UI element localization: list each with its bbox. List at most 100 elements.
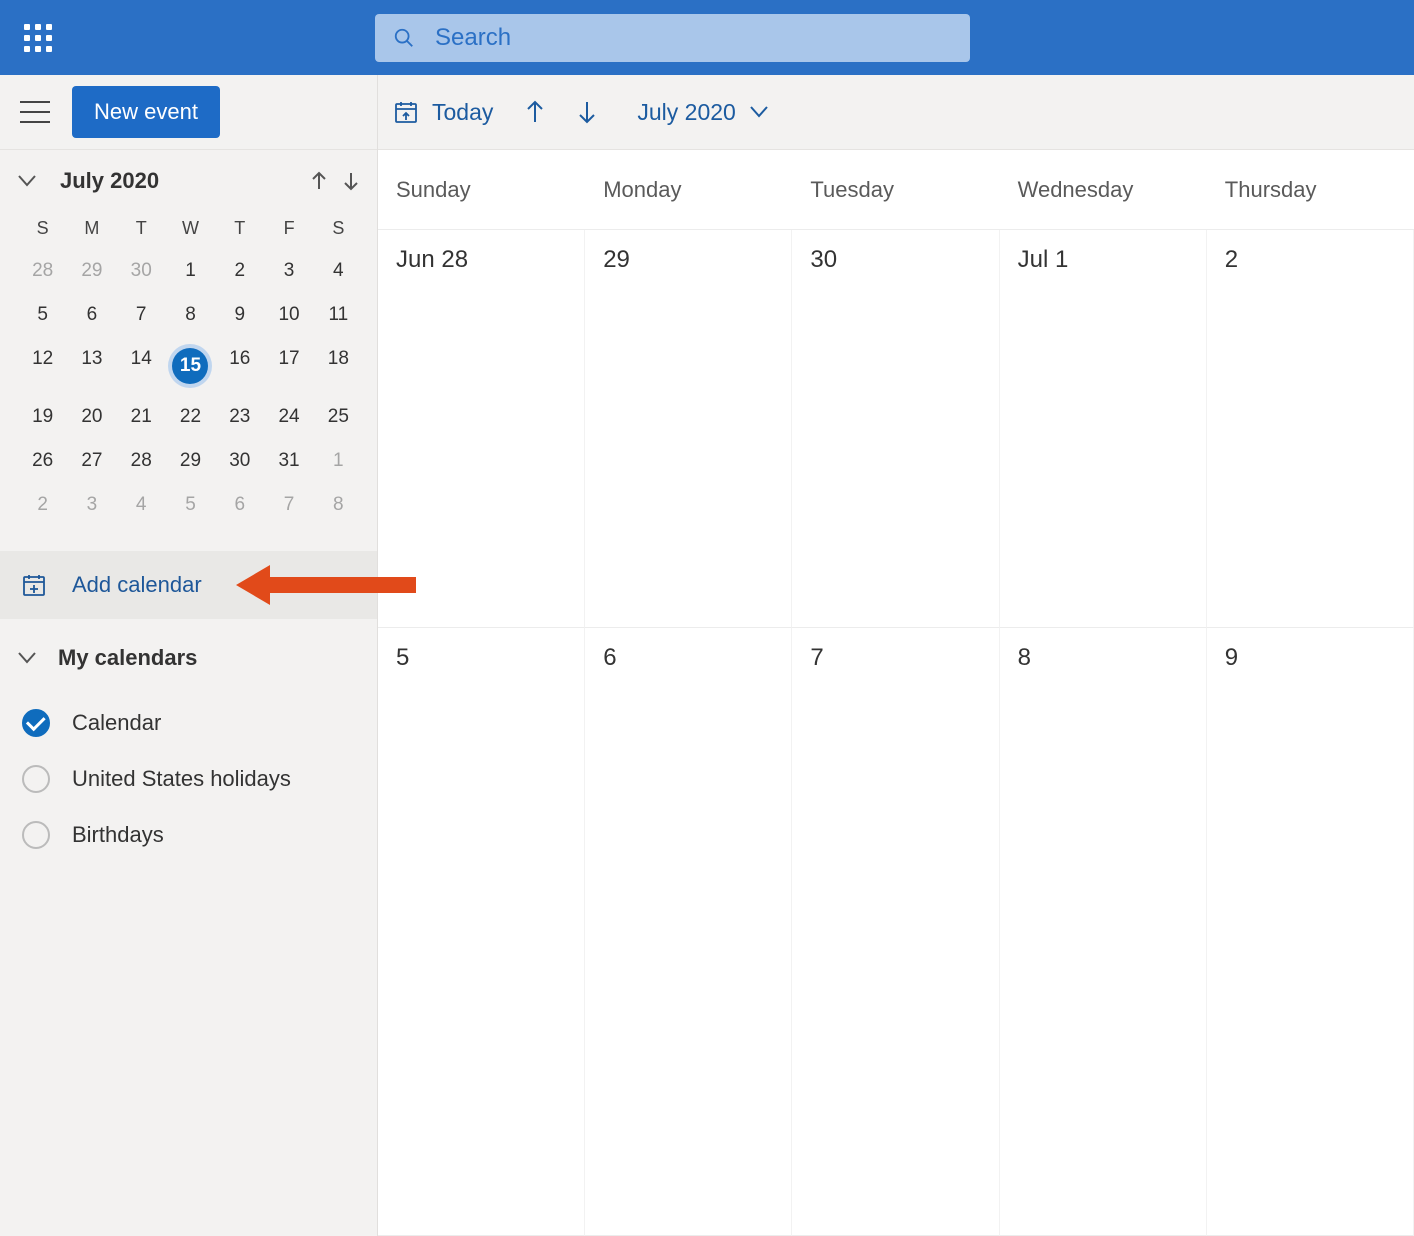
mini-calendar-dow: M bbox=[67, 208, 116, 249]
mini-calendar-day[interactable]: 4 bbox=[314, 249, 363, 293]
grid-day-cell[interactable]: 9 bbox=[1207, 628, 1414, 1236]
mini-calendar-day[interactable]: 6 bbox=[67, 293, 116, 337]
waffle-icon bbox=[24, 24, 52, 52]
grid-day-cell[interactable]: 6 bbox=[585, 628, 792, 1236]
search-input[interactable] bbox=[415, 24, 952, 52]
mini-calendar-day[interactable]: 30 bbox=[117, 249, 166, 293]
mini-calendar-day[interactable]: 8 bbox=[166, 293, 215, 337]
grid-day-cell[interactable]: 8 bbox=[1000, 628, 1207, 1236]
mini-calendar-day[interactable]: 7 bbox=[264, 483, 313, 527]
grid-day-cell[interactable]: 29 bbox=[585, 230, 792, 628]
new-event-button[interactable]: New event bbox=[72, 86, 220, 138]
month-label: July 2020 bbox=[637, 99, 735, 126]
mini-calendar-day[interactable]: 28 bbox=[117, 439, 166, 483]
mini-calendar-day[interactable]: 1 bbox=[166, 249, 215, 293]
month-picker-button[interactable]: July 2020 bbox=[637, 99, 767, 126]
add-calendar-label: Add calendar bbox=[72, 572, 202, 598]
grid-dow-header: Wednesday bbox=[1000, 150, 1207, 230]
mini-calendar-day[interactable]: 31 bbox=[264, 439, 313, 483]
mini-calendar-day[interactable]: 22 bbox=[166, 395, 215, 439]
grid-dow-header: Sunday bbox=[378, 150, 585, 230]
mini-calendar-day[interactable]: 29 bbox=[166, 439, 215, 483]
top-banner bbox=[0, 0, 1414, 75]
mini-calendar-day[interactable]: 7 bbox=[117, 293, 166, 337]
my-calendars-toggle[interactable]: My calendars bbox=[18, 645, 359, 671]
circle-icon[interactable] bbox=[22, 765, 50, 793]
mini-calendar-day[interactable]: 23 bbox=[215, 395, 264, 439]
mini-calendar-day[interactable]: 4 bbox=[117, 483, 166, 527]
search-icon bbox=[393, 27, 415, 49]
calendar-list-item[interactable]: Calendar bbox=[18, 695, 359, 751]
annotation-arrow-icon bbox=[236, 563, 416, 607]
mini-calendar-day[interactable]: 5 bbox=[166, 483, 215, 527]
mini-calendar-dow: S bbox=[18, 208, 67, 249]
mini-calendar-day[interactable]: 26 bbox=[18, 439, 67, 483]
mini-calendar-day[interactable]: 10 bbox=[264, 293, 313, 337]
mini-calendar-day[interactable]: 8 bbox=[314, 483, 363, 527]
grid-day-cell[interactable]: 30 bbox=[792, 230, 999, 628]
mini-calendar-day[interactable]: 9 bbox=[215, 293, 264, 337]
calendar-item-label: United States holidays bbox=[72, 766, 291, 792]
mini-calendar-day[interactable]: 12 bbox=[18, 337, 67, 395]
mini-calendar-day[interactable]: 28 bbox=[18, 249, 67, 293]
mini-calendar-day[interactable]: 5 bbox=[18, 293, 67, 337]
mini-calendar-day[interactable]: 13 bbox=[67, 337, 116, 395]
mini-calendar-day[interactable]: 19 bbox=[18, 395, 67, 439]
mini-calendar-day[interactable]: 3 bbox=[264, 249, 313, 293]
hamburger-menu-button[interactable] bbox=[20, 101, 50, 123]
mini-calendar-dow: W bbox=[166, 208, 215, 249]
calendar-item-label: Calendar bbox=[72, 710, 161, 736]
mini-calendar-next-button[interactable] bbox=[343, 171, 359, 191]
mini-calendar-prev-button[interactable] bbox=[311, 171, 327, 191]
calendar-list-item[interactable]: Birthdays bbox=[18, 807, 359, 863]
add-calendar-button[interactable]: Add calendar bbox=[0, 551, 377, 619]
chevron-down-icon[interactable] bbox=[18, 175, 46, 187]
mini-calendar-day[interactable]: 29 bbox=[67, 249, 116, 293]
grid-dow-header: Tuesday bbox=[792, 150, 999, 230]
grid-dow-header: Monday bbox=[585, 150, 792, 230]
app-launcher-button[interactable] bbox=[0, 0, 75, 75]
today-button[interactable]: Today bbox=[394, 99, 493, 126]
grid-day-cell[interactable]: Jul 1 bbox=[1000, 230, 1207, 628]
mini-calendar-day[interactable]: 20 bbox=[67, 395, 116, 439]
mini-calendar-day[interactable]: 3 bbox=[67, 483, 116, 527]
chevron-down-icon bbox=[750, 106, 768, 118]
mini-calendar-day[interactable]: 11 bbox=[314, 293, 363, 337]
prev-period-button[interactable] bbox=[525, 100, 545, 124]
next-period-button[interactable] bbox=[577, 100, 597, 124]
mini-calendar-day[interactable]: 17 bbox=[264, 337, 313, 395]
calendar-item-label: Birthdays bbox=[72, 822, 164, 848]
grid-day-cell[interactable]: 2 bbox=[1207, 230, 1414, 628]
calendar-today-icon bbox=[394, 100, 418, 124]
mini-calendar-day[interactable]: 15 bbox=[166, 337, 215, 395]
calendar-grid: SundayMondayTuesdayWednesdayThursdayJun … bbox=[378, 150, 1414, 1236]
mini-calendar-day[interactable]: 1 bbox=[314, 439, 363, 483]
mini-calendar-day[interactable]: 27 bbox=[67, 439, 116, 483]
mini-calendar-day[interactable]: 25 bbox=[314, 395, 363, 439]
mini-calendar-day[interactable]: 2 bbox=[215, 249, 264, 293]
mini-calendar-dow: F bbox=[264, 208, 313, 249]
chevron-down-icon bbox=[18, 652, 36, 664]
mini-calendar-day[interactable]: 6 bbox=[215, 483, 264, 527]
my-calendars-section: My calendars Calendar United States holid… bbox=[0, 619, 377, 889]
mini-calendar-day[interactable]: 24 bbox=[264, 395, 313, 439]
mini-calendar: July 2020 SMTWTFS28293012345678910111213… bbox=[0, 150, 377, 545]
mini-calendar-day[interactable]: 14 bbox=[117, 337, 166, 395]
mini-calendar-day[interactable]: 21 bbox=[117, 395, 166, 439]
my-calendars-label: My calendars bbox=[58, 645, 197, 671]
mini-calendar-day[interactable]: 30 bbox=[215, 439, 264, 483]
grid-day-cell[interactable]: 7 bbox=[792, 628, 999, 1236]
checkmark-icon[interactable] bbox=[22, 709, 50, 737]
search-box[interactable] bbox=[375, 14, 970, 62]
circle-icon[interactable] bbox=[22, 821, 50, 849]
grid-dow-header: Thursday bbox=[1207, 150, 1414, 230]
mini-calendar-day[interactable]: 2 bbox=[18, 483, 67, 527]
mini-calendar-day[interactable]: 18 bbox=[314, 337, 363, 395]
mini-calendar-dow: S bbox=[314, 208, 363, 249]
mini-calendar-dow: T bbox=[215, 208, 264, 249]
grid-day-cell[interactable]: 5 bbox=[378, 628, 585, 1236]
mini-calendar-day[interactable]: 16 bbox=[215, 337, 264, 395]
content-area: Today July 2020 SundayMondayTuesdayWedne… bbox=[378, 75, 1414, 1236]
calendar-list-item[interactable]: United States holidays bbox=[18, 751, 359, 807]
calendar-plus-icon bbox=[22, 573, 46, 597]
